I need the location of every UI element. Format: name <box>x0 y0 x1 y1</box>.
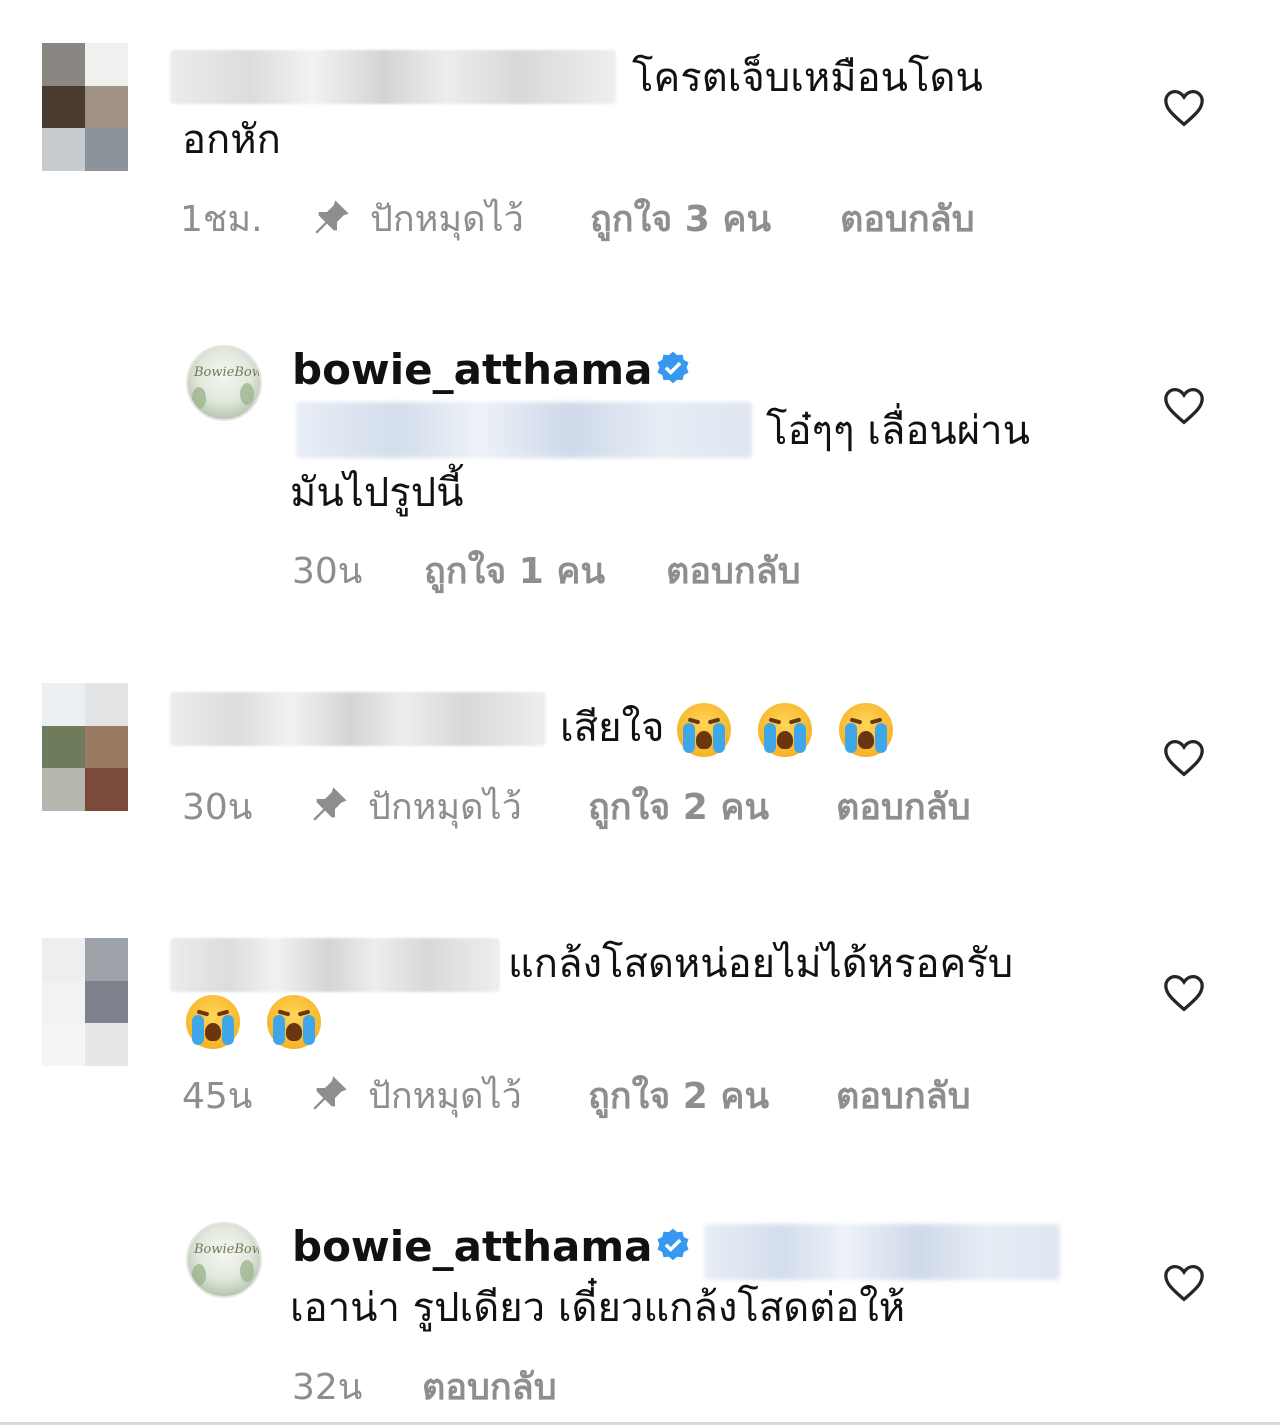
reply-text: โอ๋ๆๆ เลื่อนผ่าน <box>766 408 1030 454</box>
comment-time: 1ชม. <box>180 199 263 240</box>
heart-outline-icon[interactable] <box>1162 386 1206 426</box>
pin-button[interactable]: ปักหมุดไว้ <box>368 1075 522 1119</box>
blurred-username[interactable] <box>170 692 546 746</box>
username[interactable]: bowie_atthama <box>292 1222 652 1272</box>
comment-text: แกล้งโสดหน่อยไม่ได้หรอครับ <box>508 941 1014 987</box>
reply-time: 30น <box>292 551 363 592</box>
comment-text-continued: อกหัก <box>182 117 281 163</box>
heart-outline-icon[interactable] <box>1162 88 1206 128</box>
bowie-avatar[interactable]: BowieBowie <box>186 1222 262 1298</box>
avatar-leaf <box>192 387 206 409</box>
blurred-username[interactable] <box>170 938 500 992</box>
commenter-avatar[interactable] <box>42 43 128 171</box>
heart-outline-icon[interactable] <box>1162 738 1206 778</box>
comment-text-words: เสียใจ <box>560 705 665 751</box>
avatar-leaf <box>192 1264 206 1286</box>
reply-button[interactable]: ตอบกลับ <box>836 1075 971 1119</box>
likes-count[interactable]: ถูกใจ 1 คน <box>424 550 605 594</box>
heart-outline-icon[interactable] <box>1162 973 1206 1013</box>
comments-screen: โครตเจ็บเหมือนโดน อกหัก 1ชม. ปักหมุดไว้ … <box>0 0 1280 1425</box>
crying-emoji <box>838 703 893 757</box>
comment-emoji-line <box>186 990 335 1050</box>
bowie-avatar[interactable]: BowieBowie <box>186 345 262 421</box>
verified-badge-icon <box>657 1228 689 1261</box>
comment-text: เสียใจ <box>560 698 907 758</box>
pin-button[interactable]: ปักหมุดไว้ <box>370 198 524 242</box>
username[interactable]: bowie_atthama <box>292 345 652 395</box>
comment-time: 30น <box>182 787 253 828</box>
commenter-avatar[interactable] <box>42 938 128 1066</box>
reply-text-continued: มันไปรูปนี้ <box>290 470 464 516</box>
commenter-avatar[interactable] <box>42 683 128 811</box>
likes-count[interactable]: ถูกใจ 2 คน <box>588 786 769 830</box>
crying-emoji <box>677 703 732 757</box>
pin-button[interactable]: ปักหมุดไว้ <box>368 786 522 830</box>
blurred-mention[interactable] <box>704 1224 1060 1280</box>
reply-text: เอาน่า รูปเดียว เดี๋ยวแกล้งโสดต่อให้ <box>290 1285 906 1331</box>
verified-badge-icon <box>657 351 689 384</box>
avatar-script-text: BowieBowie <box>194 365 262 380</box>
reply-button[interactable]: ตอบกลับ <box>666 550 801 594</box>
crying-emoji <box>186 995 240 1049</box>
pin-icon[interactable] <box>310 1073 350 1113</box>
reply-button[interactable]: ตอบกลับ <box>422 1366 557 1410</box>
crying-emoji <box>757 703 812 757</box>
blurred-mention[interactable] <box>296 402 752 458</box>
pin-icon[interactable] <box>310 784 350 824</box>
comment-text: โครตเจ็บเหมือนโดน <box>632 55 983 101</box>
crying-emoji <box>266 995 321 1049</box>
blurred-username[interactable] <box>170 50 616 104</box>
heart-outline-icon[interactable] <box>1162 1263 1206 1303</box>
likes-count[interactable]: ถูกใจ 3 คน <box>590 198 771 242</box>
pin-icon[interactable] <box>312 197 352 237</box>
avatar-script-text: BowieBowie <box>194 1242 262 1257</box>
likes-count[interactable]: ถูกใจ 2 คน <box>588 1075 769 1119</box>
avatar-leaf <box>240 1260 254 1282</box>
comment-time: 45น <box>182 1076 253 1117</box>
reply-time: 32น <box>292 1367 363 1408</box>
avatar-leaf <box>240 383 254 405</box>
reply-button[interactable]: ตอบกลับ <box>840 198 975 242</box>
reply-button[interactable]: ตอบกลับ <box>836 786 971 830</box>
